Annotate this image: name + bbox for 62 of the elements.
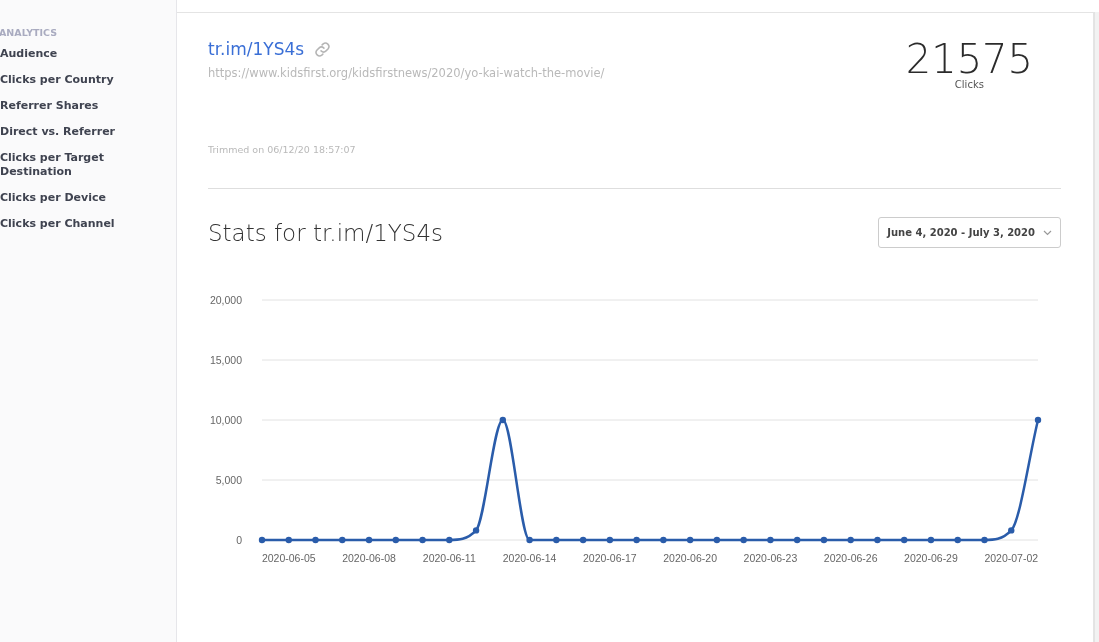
x-axis-label: 2020-06-14 — [502, 552, 557, 564]
long-url: https://www.kidsfirst.org/kidsfirstnews/2020/yo-kai-watch-the-movie/ — [208, 66, 605, 80]
data-point — [472, 527, 480, 534]
short-link[interactable]: tr.im/1YS4s — [208, 39, 305, 59]
stats-title: Stats for tr.im/1YS4s — [208, 219, 444, 246]
data-point — [847, 536, 854, 544]
y-axis-label: 20,000 — [209, 294, 242, 306]
y-axis-label: 5,000 — [215, 474, 242, 486]
data-point — [339, 536, 346, 544]
data-point — [1008, 527, 1015, 534]
link-icon[interactable] — [314, 40, 332, 58]
x-axis-label: 2020-06-20 — [663, 552, 717, 564]
x-axis-label: 2020-06-23 — [743, 552, 798, 564]
sidebar-item[interactable]: Referrer Shares — [0, 99, 140, 113]
sidebar-item[interactable]: Clicks per Country — [0, 73, 140, 87]
x-axis-label: 2020-06-11 — [422, 552, 476, 564]
sidebar-item[interactable]: Clicks per Target Destination — [0, 151, 140, 179]
data-point — [686, 536, 694, 544]
data-point — [392, 536, 399, 544]
data-point — [713, 536, 721, 544]
trimmed-date: Trimmed on 06/12/20 18:57:07 — [208, 144, 357, 155]
x-axis-label: 2020-06-26 — [823, 552, 878, 564]
data-point — [927, 536, 935, 544]
data-point — [553, 536, 560, 544]
data-point — [258, 536, 266, 544]
data-point — [579, 536, 587, 544]
data-point — [954, 536, 961, 544]
y-axis-label: 10,000 — [209, 414, 242, 426]
sidebar-item[interactable]: Audience — [0, 47, 140, 61]
data-point — [633, 536, 640, 544]
click-count-label: Clicks — [954, 79, 984, 90]
data-point — [981, 536, 988, 544]
data-point — [499, 416, 507, 424]
scrollbar[interactable] — [1094, 12, 1099, 642]
y-axis-label: 0 — [236, 534, 242, 546]
data-point — [901, 536, 908, 544]
sidebar-item[interactable]: Direct vs. Referrer — [0, 125, 140, 139]
data-point — [740, 536, 747, 544]
data-point — [365, 536, 373, 544]
data-point — [285, 536, 292, 544]
date-range-dropdown[interactable]: June 4, 2020 - July 3, 2020 — [878, 217, 1061, 248]
data-point — [312, 536, 319, 544]
data-point — [446, 536, 453, 544]
data-point — [874, 536, 881, 544]
x-axis-label: 2020-06-17 — [583, 552, 637, 564]
data-point — [419, 536, 426, 544]
sidebar-item[interactable]: Clicks per Channel — [0, 217, 140, 231]
data-point — [606, 536, 614, 544]
data-point — [526, 536, 533, 544]
y-axis-label: 15,000 — [209, 354, 242, 366]
data-point — [820, 536, 828, 544]
data-point — [767, 536, 774, 544]
chevron-down-icon — [1043, 229, 1052, 236]
x-axis-label: 2020-06-05 — [261, 552, 316, 564]
data-point — [1034, 416, 1042, 424]
data-point — [660, 536, 667, 544]
sidebar-item[interactable]: Clicks per Device — [0, 191, 140, 205]
x-axis-label: 2020-06-29 — [904, 552, 958, 564]
x-axis-label: 2020-07-02 — [984, 552, 1039, 564]
x-axis-label: 2020-06-08 — [342, 552, 396, 564]
click-count: 21575 — [905, 39, 1033, 79]
data-point — [793, 536, 801, 544]
